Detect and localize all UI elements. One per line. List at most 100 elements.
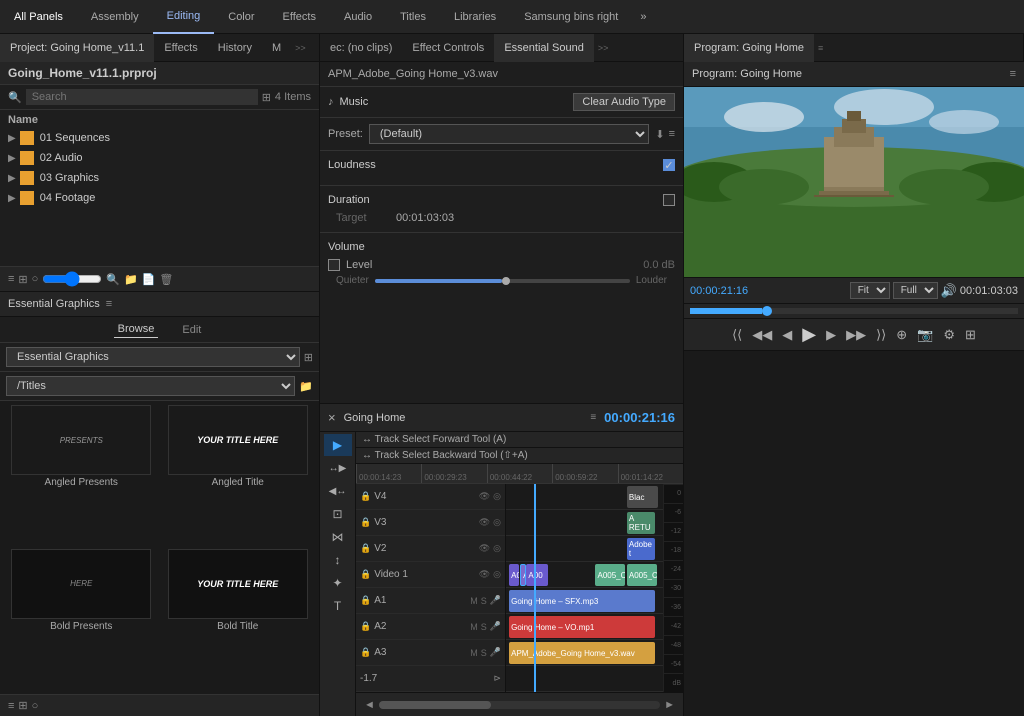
clip-a3-apm[interactable]: APM_Adobe_Going Home_v3.wav — [509, 642, 655, 664]
a2-mic[interactable]: 🎤 — [490, 621, 501, 632]
lock-icon-v2[interactable]: 🔒 — [360, 543, 371, 554]
eg-item-bold-presents[interactable]: HERE Bold Presents — [4, 549, 159, 691]
tool-type[interactable]: T — [324, 595, 352, 617]
nav-libraries[interactable]: Libraries — [440, 0, 510, 34]
a1-s[interactable]: S — [481, 596, 487, 606]
go-to-in-button[interactable]: ⟨⟨ — [729, 326, 745, 344]
v2-eye[interactable]: 👁 — [479, 543, 490, 554]
a1-m[interactable]: M — [470, 596, 478, 606]
duration-checkbox[interactable] — [663, 194, 675, 206]
program-menu-icon[interactable]: ≡ — [818, 43, 823, 53]
tab-effect-controls[interactable]: Effect Controls — [402, 34, 494, 62]
eg-folder-icon[interactable]: 📁 — [299, 380, 313, 393]
timeline-timecode[interactable]: 00:00:21:16 — [604, 410, 675, 425]
nav-samsung-bins[interactable]: Samsung bins right — [510, 0, 632, 34]
a3-m[interactable]: M — [470, 648, 478, 658]
v1-target[interactable]: ◎ — [493, 569, 501, 580]
lock-icon-a3[interactable]: 🔒 — [360, 647, 371, 658]
v1-eye[interactable]: 👁 — [479, 569, 490, 580]
nav-all-panels[interactable]: All Panels — [0, 0, 77, 34]
panel-center-more[interactable]: >> — [598, 43, 609, 53]
eg-tab-edit[interactable]: Edit — [178, 322, 205, 338]
clip-v3-return[interactable]: A RETU — [627, 512, 655, 534]
project-search-input[interactable] — [26, 89, 258, 105]
a3-s[interactable]: S — [481, 648, 487, 658]
timeline-scroll-track[interactable] — [379, 701, 660, 709]
clip-v1-a00[interactable]: A00 — [526, 564, 548, 586]
clip-a1-sfx[interactable]: Going Home – SFX.mp3 — [509, 590, 655, 612]
preset-menu-icon[interactable]: ≡ — [669, 128, 675, 141]
tool-ripple-edit[interactable]: ⊡ — [324, 503, 352, 525]
a2-s[interactable]: S — [481, 622, 487, 632]
project-toolbar-icon[interactable]: ⊞ — [18, 273, 27, 286]
eg-item-angled-presents[interactable]: PRESENTS Angled Presents — [4, 405, 159, 547]
program-scrubber[interactable] — [690, 308, 1018, 314]
loudness-checkbox[interactable]: ✓ — [663, 159, 675, 171]
tree-item-audio[interactable]: ▶ 02 Audio — [0, 148, 319, 168]
nav-effects[interactable]: Effects — [269, 0, 330, 34]
tab-program[interactable]: Program: Going Home — [684, 34, 814, 62]
project-toolbar-delete[interactable]: 🗑 — [159, 273, 173, 286]
v4-target[interactable]: ◎ — [493, 491, 501, 502]
step-back-button[interactable]: ◀◀ — [749, 326, 775, 344]
timeline-menu-icon[interactable]: ≡ — [590, 412, 596, 423]
eg-tab-browse[interactable]: Browse — [114, 321, 159, 338]
lock-icon-a2[interactable]: 🔒 — [360, 621, 371, 632]
tool-track-select-forward[interactable]: ↔▶ — [324, 457, 352, 479]
nav-color[interactable]: Color — [214, 0, 268, 34]
project-toolbar-list[interactable]: ≡ — [8, 273, 14, 285]
project-toolbar-search[interactable]: 🔍 — [106, 273, 120, 286]
tab-effects[interactable]: Effects — [154, 34, 207, 62]
lock-icon-v3[interactable]: 🔒 — [360, 517, 371, 528]
nav-editing[interactable]: Editing — [153, 0, 215, 34]
tool-rolling-edit[interactable]: ⋈ — [324, 526, 352, 548]
nav-audio[interactable]: Audio — [330, 0, 386, 34]
lock-icon-v1[interactable]: 🔒 — [360, 569, 371, 580]
add-marker-button[interactable]: ⊕ — [893, 326, 910, 344]
clear-audio-type-button[interactable]: Clear Audio Type — [573, 93, 675, 111]
tab-m[interactable]: M — [262, 34, 291, 62]
master-icon[interactable]: ⊳ — [493, 673, 501, 684]
program-fit-dropdown[interactable]: Fit — [850, 282, 890, 299]
eg-menu-icon[interactable]: ≡ — [106, 298, 112, 310]
clip-a2-vo[interactable]: Going Home – VO.mp1 — [509, 616, 655, 638]
a3-mic[interactable]: 🎤 — [490, 647, 501, 658]
eg-item-bold-title[interactable]: YOUR TITLE HERE Bold Title — [161, 549, 316, 691]
volume-slider[interactable] — [375, 279, 630, 283]
lock-icon-a1[interactable]: 🔒 — [360, 595, 371, 606]
program-full-dropdown[interactable]: Full — [893, 282, 938, 299]
tool-track-select-backward[interactable]: ◀↔ — [324, 480, 352, 502]
program-menu-icon[interactable]: ≡ — [1010, 68, 1016, 80]
tab-ec-no-clips[interactable]: ec: (no clips) — [320, 34, 402, 62]
eg-toolbar-slider[interactable]: ○ — [32, 700, 39, 712]
clip-v2-adobe[interactable]: Adobe t — [627, 538, 655, 560]
tree-item-graphics[interactable]: ▶ 03 Graphics — [0, 168, 319, 188]
nav-titles[interactable]: Titles — [386, 0, 440, 34]
clip-v1-a005-c1[interactable]: A005_C — [595, 564, 625, 586]
go-to-out-button[interactable]: ⟩⟩ — [873, 326, 889, 344]
preset-dropdown[interactable]: (Default) — [369, 124, 650, 144]
a2-m[interactable]: M — [470, 622, 478, 632]
v2-target[interactable]: ◎ — [493, 543, 501, 554]
project-zoom-slider[interactable] — [42, 271, 102, 287]
eg-item-angled-title[interactable]: YOUR TITLE HERE Angled Title — [161, 405, 316, 547]
clip-v4-black[interactable]: Blac — [627, 486, 658, 508]
tab-project[interactable]: Project: Going Home_v11.1 — [0, 34, 154, 62]
nav-assembly[interactable]: Assembly — [77, 0, 153, 34]
tab-essential-sound[interactable]: Essential Sound — [494, 34, 594, 62]
tool-select[interactable]: ▶ — [324, 434, 352, 456]
clip-v1-a002[interactable]: A002_A0 — [509, 564, 518, 586]
eg-new-icon[interactable]: ⊞ — [304, 351, 313, 364]
step-frame-forward-button[interactable]: ▶ — [823, 326, 839, 344]
expand-button[interactable]: ⊞ — [962, 326, 979, 344]
tree-item-footage[interactable]: ▶ 04 Footage — [0, 188, 319, 208]
list-view-icon[interactable]: ⊞ — [262, 91, 271, 104]
clip-v1-a005-c2[interactable]: A005_C — [627, 564, 657, 586]
program-audio-icon[interactable]: 🔊 — [941, 283, 957, 299]
v3-target[interactable]: ◎ — [493, 517, 501, 528]
panel-left-more[interactable]: >> — [295, 43, 306, 53]
timeline-scroll-right[interactable]: ► — [664, 699, 675, 711]
play-stop-button[interactable]: ▶ — [799, 323, 819, 346]
tree-item-sequences[interactable]: ▶ 01 Sequences — [0, 128, 319, 148]
preset-save-icon[interactable]: ⬇ — [655, 128, 664, 141]
